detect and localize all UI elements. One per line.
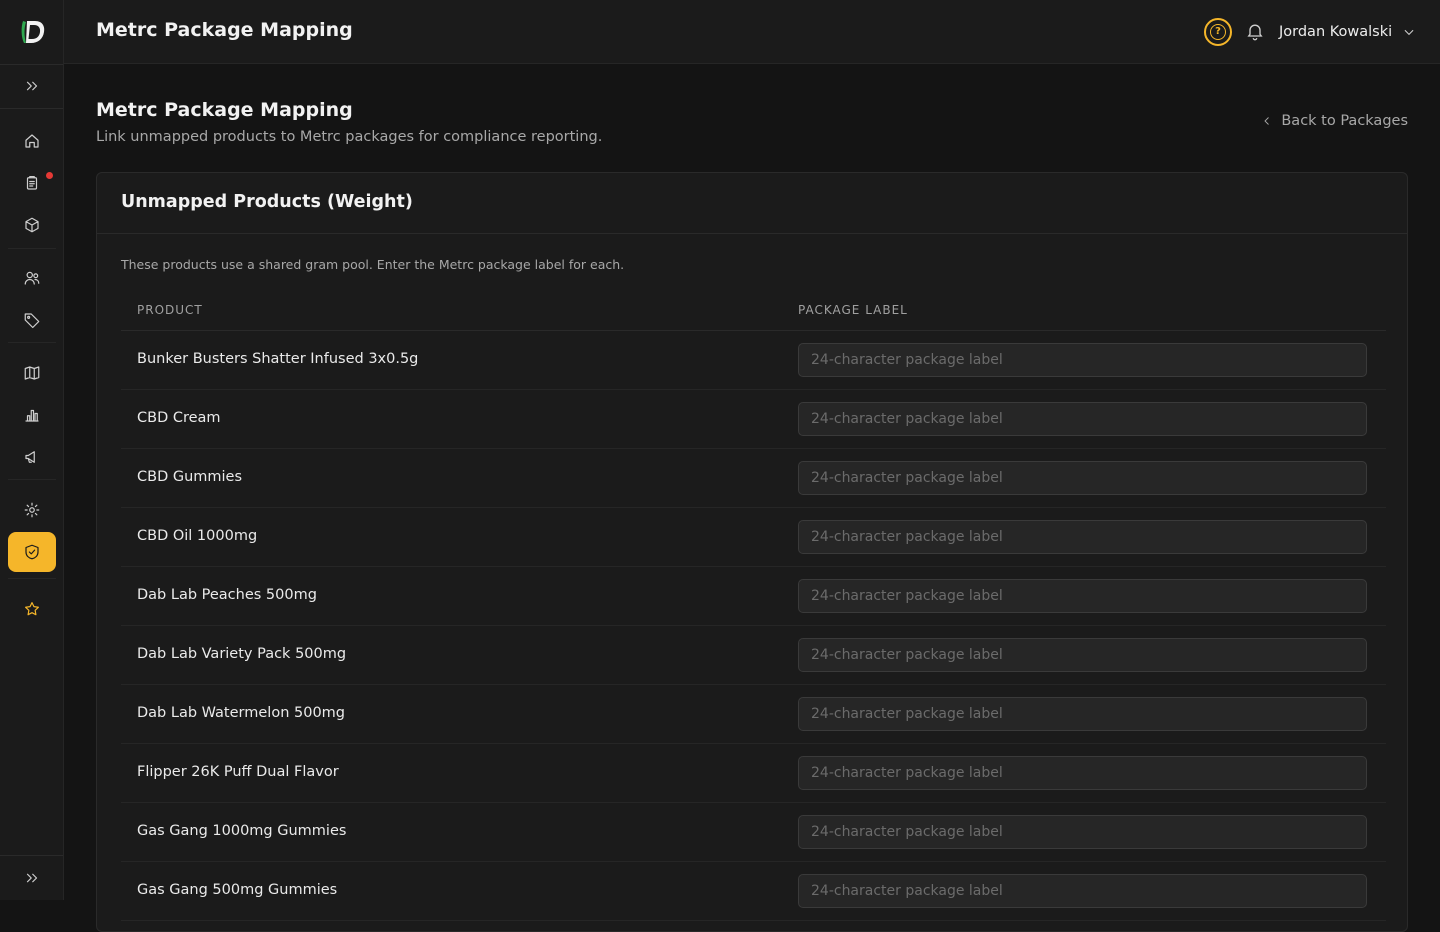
- table-header: PRODUCT PACKAGE LABEL: [121, 291, 1386, 331]
- sidebar-item-settings[interactable]: [8, 490, 56, 530]
- product-name: Gas Gang 1000mg Gummies: [137, 823, 346, 839]
- table-row: CBD Cream: [121, 390, 1386, 449]
- package-label-input[interactable]: [798, 756, 1367, 790]
- bar-chart-icon: [23, 406, 41, 424]
- page-subtitle: Link unmapped products to Metrc packages…: [96, 129, 602, 145]
- chevrons-right-icon: [23, 77, 41, 95]
- sidebar-item-favorites[interactable]: [8, 589, 56, 629]
- package-label-input[interactable]: [798, 697, 1367, 731]
- package-label-input[interactable]: [798, 461, 1367, 495]
- product-name: Dab Lab Watermelon 500mg: [137, 705, 345, 721]
- map-icon: [23, 364, 41, 382]
- chevron-down-icon: [1402, 25, 1416, 39]
- package-label-input[interactable]: [798, 520, 1367, 554]
- sidebar: [0, 0, 64, 900]
- product-name: CBD Gummies: [137, 469, 242, 485]
- back-to-packages-link[interactable]: Back to Packages: [1261, 113, 1408, 129]
- table-row: Gas Gang 1000mg Gummies: [121, 803, 1386, 862]
- package-label-input[interactable]: [798, 638, 1367, 672]
- tag-icon: [23, 311, 41, 329]
- table-row: CBD Gummies: [121, 449, 1386, 508]
- product-name: Dab Lab Peaches 500mg: [137, 587, 317, 603]
- sidebar-item-compliance[interactable]: [8, 532, 56, 572]
- product-name: Bunker Busters Shatter Infused 3x0.5g: [137, 351, 418, 367]
- table-row: Dab Lab Variety Pack 500mg: [121, 626, 1386, 685]
- sidebar-item-catalog[interactable]: [8, 353, 56, 393]
- table-row: CBD Oil 1000mg: [121, 508, 1386, 567]
- card-description: These products use a shared gram pool. E…: [121, 257, 624, 272]
- clipboard-icon: [23, 174, 41, 192]
- help-icon[interactable]: ?: [1204, 18, 1232, 46]
- sidebar-divider: [0, 855, 63, 856]
- sidebar-item-inventory[interactable]: [8, 205, 56, 245]
- product-name: Gas Gang 500mg Gummies: [137, 882, 337, 898]
- sidebar-item-reports[interactable]: [8, 395, 56, 435]
- column-header-package-label: PACKAGE LABEL: [798, 303, 908, 317]
- sidebar-divider: [8, 479, 56, 480]
- package-label-input[interactable]: [798, 402, 1367, 436]
- sidebar-divider: [8, 248, 56, 249]
- bell-icon[interactable]: [1245, 21, 1267, 43]
- box-icon: [23, 216, 41, 234]
- package-label-input[interactable]: [798, 815, 1367, 849]
- sidebar-item-customers[interactable]: [8, 258, 56, 298]
- help-question-glyph: ?: [1210, 24, 1226, 40]
- table-row: Bunker Busters Shatter Infused 3x0.5g: [121, 331, 1386, 390]
- notification-dot: [46, 172, 53, 179]
- table-row: Gas Gang 500mg Gummies: [121, 862, 1386, 921]
- table-row: Dab Lab Watermelon 500mg: [121, 685, 1386, 744]
- package-label-input[interactable]: [798, 343, 1367, 377]
- main-content: Metrc Package Mapping Link unmapped prod…: [96, 64, 1408, 900]
- logo-d-icon: [17, 17, 47, 47]
- product-name: Flipper 26K Puff Dual Flavor: [137, 764, 339, 780]
- home-icon: [23, 132, 41, 150]
- top-header: Metrc Package Mapping ? Jordan Kowalski: [64, 0, 1440, 64]
- sidebar-item-pricing[interactable]: [8, 300, 56, 340]
- brand-logo[interactable]: [0, 0, 64, 64]
- shield-check-icon: [23, 543, 41, 561]
- back-link-label: Back to Packages: [1281, 113, 1408, 129]
- chevrons-right-icon: [23, 869, 41, 887]
- table-body: Bunker Busters Shatter Infused 3x0.5g CBD…: [121, 331, 1386, 921]
- mapping-table: PRODUCT PACKAGE LABEL Bunker Busters Sha…: [121, 291, 1386, 921]
- chevron-left-icon: [1261, 115, 1273, 127]
- sidebar-divider: [0, 64, 63, 65]
- product-name: Dab Lab Variety Pack 500mg: [137, 646, 346, 662]
- package-label-input[interactable]: [798, 579, 1367, 613]
- user-name: Jordan Kowalski: [1279, 24, 1392, 40]
- product-name: CBD Oil 1000mg: [137, 528, 257, 544]
- settings-icon: [23, 501, 41, 519]
- sidebar-collapse-button[interactable]: [8, 858, 56, 898]
- unmapped-products-card: Unmapped Products (Weight) These product…: [96, 172, 1408, 932]
- sidebar-expand-button[interactable]: [8, 66, 56, 106]
- page-title: Metrc Package Mapping: [96, 99, 353, 121]
- header-title: Metrc Package Mapping: [96, 19, 353, 41]
- megaphone-icon: [23, 448, 41, 466]
- users-icon: [23, 269, 41, 287]
- product-name: CBD Cream: [137, 410, 221, 426]
- sidebar-item-orders[interactable]: [8, 163, 56, 203]
- table-row: Dab Lab Peaches 500mg: [121, 567, 1386, 626]
- star-icon: [23, 600, 41, 618]
- card-title: Unmapped Products (Weight): [97, 173, 1407, 234]
- sidebar-divider: [0, 108, 63, 109]
- sidebar-item-home[interactable]: [8, 121, 56, 161]
- sidebar-item-marketing[interactable]: [8, 437, 56, 477]
- package-label-input[interactable]: [798, 874, 1367, 908]
- sidebar-divider: [8, 578, 56, 579]
- column-header-product: PRODUCT: [137, 303, 203, 317]
- table-row: Flipper 26K Puff Dual Flavor: [121, 744, 1386, 803]
- user-menu[interactable]: Jordan Kowalski: [1279, 20, 1416, 44]
- sidebar-divider: [8, 342, 56, 343]
